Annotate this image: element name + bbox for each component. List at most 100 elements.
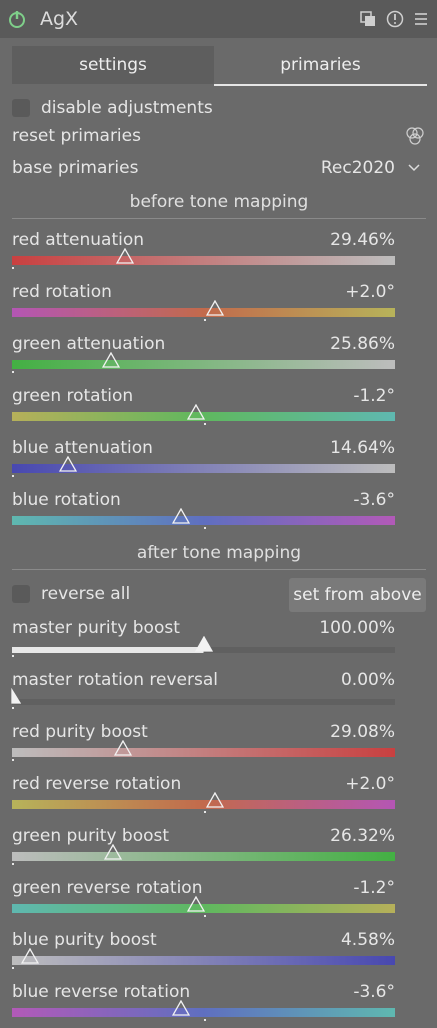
red-attenuation-slider[interactable]: red attenuation 29.46% <box>12 230 426 270</box>
tab-bar: settings primaries <box>12 46 427 86</box>
master-purity-boost-label: master purity boost <box>12 618 180 638</box>
red-purity-boost-tick <box>12 759 14 761</box>
reset-primaries-label: reset primaries <box>12 126 141 146</box>
reset-primaries-row[interactable]: reset primaries <box>12 126 426 152</box>
module-title: AgX <box>40 8 79 30</box>
green-attenuation-track[interactable] <box>12 360 395 369</box>
green-reverse-rotation-label: green reverse rotation <box>12 878 203 898</box>
blue-attenuation-handle-icon[interactable] <box>59 456 77 472</box>
red-reverse-rotation-label: red reverse rotation <box>12 774 182 794</box>
red-reverse-rotation-slider[interactable]: red reverse rotation +2.0° <box>12 774 426 814</box>
red-attenuation-value[interactable]: 29.46% <box>330 230 395 250</box>
red-attenuation-handle-icon[interactable] <box>116 248 134 264</box>
blue-attenuation-tick <box>12 475 14 477</box>
master-rotation-reversal-handle-icon[interactable] <box>3 688 21 704</box>
blue-rotation-label: blue rotation <box>12 490 121 510</box>
master-purity-boost-tick <box>12 655 14 657</box>
red-reverse-rotation-tick <box>204 811 206 813</box>
blue-purity-boost-track[interactable] <box>12 956 395 965</box>
base-primaries-value[interactable]: Rec2020 <box>321 158 395 178</box>
red-rotation-value[interactable]: +2.0° <box>345 282 395 302</box>
green-rotation-tick <box>204 423 206 425</box>
chevron-down-icon[interactable] <box>408 163 420 173</box>
green-purity-boost-handle-icon[interactable] <box>104 844 122 860</box>
red-attenuation-track[interactable] <box>12 256 395 265</box>
red-reverse-rotation-value[interactable]: +2.0° <box>345 774 395 794</box>
master-rotation-reversal-label: master rotation reversal <box>12 670 219 690</box>
master-rotation-reversal-slider[interactable]: master rotation reversal 0.00% <box>11 670 426 710</box>
green-purity-boost-slider[interactable]: green purity boost 26.32% <box>12 826 426 866</box>
green-rotation-label: green rotation <box>12 386 134 406</box>
blue-attenuation-label: blue attenuation <box>12 438 153 458</box>
base-primaries-row[interactable]: base primaries Rec2020 <box>12 158 426 184</box>
section-after-tone-mapping: after tone mapping <box>12 543 426 570</box>
green-reverse-rotation-handle-icon[interactable] <box>187 896 205 912</box>
reset-icon[interactable] <box>386 10 404 28</box>
red-purity-boost-handle-icon[interactable] <box>114 740 132 756</box>
master-rotation-reversal-tick <box>12 707 14 709</box>
green-rotation-handle-icon[interactable] <box>187 404 205 420</box>
red-reverse-rotation-handle-icon[interactable] <box>206 792 224 808</box>
red-rotation-tick <box>204 319 206 321</box>
red-reverse-rotation-track[interactable] <box>12 800 395 809</box>
reset-primaries-icon[interactable] <box>404 126 426 148</box>
blue-purity-boost-label: blue purity boost <box>12 930 157 950</box>
green-reverse-rotation-value[interactable]: -1.2° <box>353 878 395 898</box>
green-attenuation-handle-icon[interactable] <box>102 352 120 368</box>
power-icon[interactable] <box>6 8 28 30</box>
green-purity-boost-track[interactable] <box>12 852 395 861</box>
tab-settings[interactable]: settings <box>12 46 214 84</box>
green-attenuation-label: green attenuation <box>12 334 166 354</box>
blue-attenuation-slider[interactable]: blue attenuation 14.64% <box>12 438 426 478</box>
green-attenuation-slider[interactable]: green attenuation 25.86% <box>12 334 426 374</box>
red-purity-boost-label: red purity boost <box>12 722 148 742</box>
blue-reverse-rotation-tick <box>204 1019 206 1021</box>
section-before-tone-mapping: before tone mapping <box>12 192 426 219</box>
blue-rotation-tick <box>204 527 206 529</box>
red-rotation-handle-icon[interactable] <box>206 300 224 316</box>
green-purity-boost-label: green purity boost <box>12 826 170 846</box>
red-rotation-track[interactable] <box>12 308 395 317</box>
master-purity-boost-handle-icon[interactable] <box>195 636 213 652</box>
master-purity-boost-slider[interactable]: master purity boost 100.00% <box>12 618 426 658</box>
module-header: AgX <box>0 0 437 38</box>
multi-instance-icon[interactable] <box>359 10 377 28</box>
disable-adjustments-label: disable adjustments <box>41 98 213 118</box>
red-purity-boost-slider[interactable]: red purity boost 29.08% <box>12 722 426 762</box>
blue-attenuation-value[interactable]: 14.64% <box>330 438 395 458</box>
blue-purity-boost-tick <box>12 967 14 969</box>
red-rotation-slider[interactable]: red rotation +2.0° <box>12 282 426 322</box>
blue-reverse-rotation-track[interactable] <box>12 1008 395 1017</box>
master-purity-boost-value[interactable]: 100.00% <box>319 618 395 638</box>
blue-rotation-handle-icon[interactable] <box>172 508 190 524</box>
blue-rotation-value[interactable]: -3.6° <box>353 490 395 510</box>
green-attenuation-tick <box>12 371 14 373</box>
blue-reverse-rotation-handle-icon[interactable] <box>172 1000 190 1016</box>
set-from-above-button[interactable]: set from above <box>289 578 426 612</box>
red-purity-boost-value[interactable]: 29.08% <box>330 722 395 742</box>
green-purity-boost-value[interactable]: 26.32% <box>330 826 395 846</box>
blue-rotation-track[interactable] <box>12 516 395 525</box>
blue-purity-boost-handle-icon[interactable] <box>21 948 39 964</box>
green-attenuation-value[interactable]: 25.86% <box>330 334 395 354</box>
red-attenuation-tick <box>12 267 14 269</box>
green-rotation-value[interactable]: -1.2° <box>353 386 395 406</box>
tab-primaries[interactable]: primaries <box>214 46 427 86</box>
blue-reverse-rotation-label: blue reverse rotation <box>12 982 191 1002</box>
master-rotation-reversal-value[interactable]: 0.00% <box>341 670 395 690</box>
presets-menu-icon[interactable] <box>412 10 430 28</box>
blue-purity-boost-slider[interactable]: blue purity boost 4.58% <box>12 930 426 970</box>
reverse-all-checkbox[interactable] <box>12 585 30 603</box>
red-rotation-label: red rotation <box>12 282 112 302</box>
blue-reverse-rotation-slider[interactable]: blue reverse rotation -3.6° <box>12 982 426 1022</box>
base-primaries-label: base primaries <box>12 158 139 178</box>
blue-reverse-rotation-value[interactable]: -3.6° <box>353 982 395 1002</box>
green-reverse-rotation-slider[interactable]: green reverse rotation -1.2° <box>12 878 426 918</box>
red-purity-boost-track[interactable] <box>12 748 395 757</box>
blue-rotation-slider[interactable]: blue rotation -3.6° <box>12 490 426 530</box>
disable-adjustments-row[interactable]: disable adjustments <box>12 98 426 124</box>
green-rotation-slider[interactable]: green rotation -1.2° <box>12 386 426 426</box>
disable-adjustments-checkbox[interactable] <box>12 99 30 117</box>
master-rotation-reversal-track[interactable] <box>12 699 395 705</box>
blue-purity-boost-value[interactable]: 4.58% <box>341 930 395 950</box>
